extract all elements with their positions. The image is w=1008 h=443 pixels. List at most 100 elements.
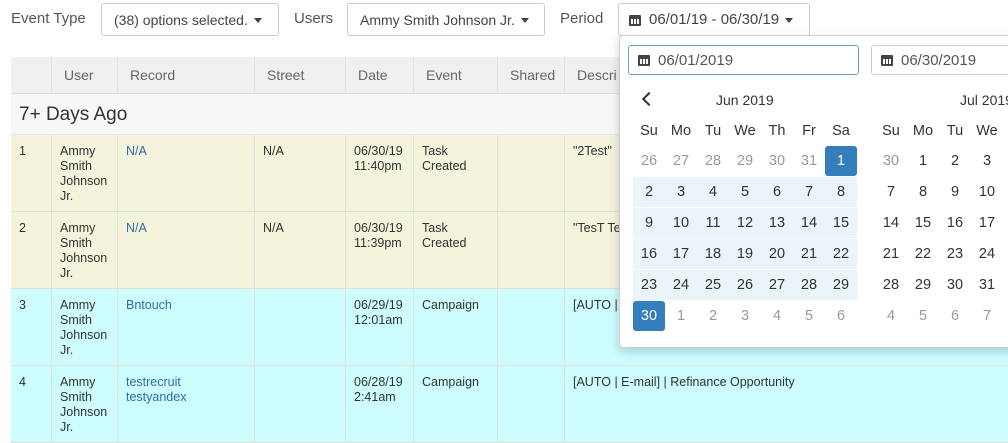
start-date-input[interactable]: 06/01/2019 bbox=[628, 45, 859, 75]
calendar-day[interactable]: 12 bbox=[729, 208, 761, 238]
column-header-event[interactable]: Event bbox=[413, 57, 497, 94]
calendar-day[interactable]: 31 bbox=[971, 270, 1003, 300]
calendar-day[interactable]: 3 bbox=[665, 177, 697, 207]
column-header-street[interactable]: Street bbox=[254, 57, 345, 94]
record-link[interactable]: Bntouch bbox=[126, 298, 172, 312]
calendar-day[interactable]: 6 bbox=[825, 301, 857, 331]
calendar-day[interactable]: 1 bbox=[825, 146, 857, 176]
calendar-day[interactable]: 20 bbox=[761, 239, 793, 269]
end-date-input[interactable]: 06/30/2019 bbox=[871, 45, 1008, 75]
calendar-day[interactable]: 24 bbox=[665, 270, 697, 300]
calendar-day[interactable]: 2 bbox=[697, 301, 729, 331]
calendar-day[interactable]: 1 bbox=[907, 146, 939, 176]
record-link[interactable]: testyandex bbox=[126, 390, 254, 405]
calendar-day[interactable]: 9 bbox=[939, 177, 971, 207]
calendar-day[interactable]: 2 bbox=[633, 177, 665, 207]
calendar-day[interactable]: 29 bbox=[825, 270, 857, 300]
calendar-day[interactable]: 22 bbox=[825, 239, 857, 269]
calendar-day[interactable]: 9 bbox=[633, 208, 665, 238]
calendar-day[interactable]: 10 bbox=[665, 208, 697, 238]
calendar-day[interactable]: 17 bbox=[665, 239, 697, 269]
table-row[interactable]: 4 Ammy Smith Johnson Jr. testrecruit tes… bbox=[11, 366, 1008, 443]
date-range-picker: 06/01/2019 06/30/2019 Jun 2019 Jul 2019 … bbox=[619, 35, 1008, 348]
calendar-day[interactable]: 7 bbox=[971, 301, 1003, 331]
calendar-day[interactable]: 7 bbox=[875, 177, 907, 207]
calendar-day[interactable]: 1 bbox=[1003, 270, 1008, 300]
calendar-day[interactable]: 5 bbox=[907, 301, 939, 331]
calendar-day[interactable]: 30 bbox=[875, 146, 907, 176]
calendar-day[interactable]: 18 bbox=[1003, 208, 1008, 238]
record-link[interactable]: N/A bbox=[126, 144, 147, 158]
calendar-day[interactable]: 3 bbox=[971, 146, 1003, 176]
calendar-day[interactable]: 29 bbox=[907, 270, 939, 300]
calendar-day[interactable]: 5 bbox=[729, 177, 761, 207]
calendar-day[interactable]: 1 bbox=[665, 301, 697, 331]
weekday-header: Mo bbox=[912, 123, 934, 139]
calendar-day[interactable]: 16 bbox=[633, 239, 665, 269]
column-header-date[interactable]: Date bbox=[345, 57, 413, 94]
calendar-day[interactable]: 27 bbox=[761, 270, 793, 300]
calendar-day[interactable]: 14 bbox=[793, 208, 825, 238]
calendar-day[interactable]: 2 bbox=[939, 146, 971, 176]
record-link[interactable]: testrecruit bbox=[126, 375, 254, 390]
weekday-header: Th bbox=[1003, 116, 1008, 146]
calendar-day[interactable]: 28 bbox=[793, 270, 825, 300]
calendar-day[interactable]: 26 bbox=[633, 146, 665, 176]
street-cell: N/A bbox=[254, 212, 345, 289]
calendar-day[interactable]: 30 bbox=[633, 301, 665, 331]
calendar-day[interactable]: 28 bbox=[697, 146, 729, 176]
event-type-dropdown[interactable]: (38) options selected. bbox=[101, 3, 279, 36]
calendar-day[interactable]: 3 bbox=[729, 301, 761, 331]
user-name-line: Ammy bbox=[60, 144, 96, 158]
calendar-day[interactable]: 24 bbox=[971, 239, 1003, 269]
user-name-line: Smith bbox=[60, 236, 92, 250]
calendar-day[interactable]: 23 bbox=[939, 239, 971, 269]
calendar-day[interactable]: 17 bbox=[971, 208, 1003, 238]
calendar-day[interactable]: 30 bbox=[761, 146, 793, 176]
calendar-day[interactable]: 25 bbox=[1003, 239, 1008, 269]
calendar-day[interactable]: 10 bbox=[971, 177, 1003, 207]
calendar-day[interactable]: 5 bbox=[793, 301, 825, 331]
time-line: 11:40pm bbox=[354, 159, 402, 173]
calendar-day[interactable]: 18 bbox=[697, 239, 729, 269]
calendar-day[interactable]: 8 bbox=[825, 177, 857, 207]
calendar-day[interactable]: 19 bbox=[729, 239, 761, 269]
calendar-day[interactable]: 8 bbox=[1003, 301, 1008, 331]
calendar-day[interactable]: 22 bbox=[907, 239, 939, 269]
calendar-day[interactable]: 27 bbox=[665, 146, 697, 176]
calendar-day[interactable]: 28 bbox=[875, 270, 907, 300]
event-line: Task bbox=[422, 221, 448, 235]
shared-cell bbox=[497, 212, 564, 289]
calendar-day[interactable]: 15 bbox=[825, 208, 857, 238]
column-header-record[interactable]: Record bbox=[117, 57, 254, 94]
record-cell: Bntouch bbox=[117, 289, 254, 366]
prev-month-icon[interactable] bbox=[641, 91, 657, 107]
calendar-day[interactable]: 16 bbox=[939, 208, 971, 238]
calendar-day[interactable]: 7 bbox=[793, 177, 825, 207]
period-dropdown[interactable]: 06/01/19 - 06/30/19 bbox=[618, 3, 810, 36]
calendar-day[interactable]: 6 bbox=[939, 301, 971, 331]
calendar-day[interactable]: 26 bbox=[729, 270, 761, 300]
calendar-day[interactable]: 15 bbox=[907, 208, 939, 238]
calendar-day[interactable]: 6 bbox=[761, 177, 793, 207]
calendar-day[interactable]: 21 bbox=[793, 239, 825, 269]
calendar-day[interactable]: 29 bbox=[729, 146, 761, 176]
calendar-day[interactable]: 21 bbox=[875, 239, 907, 269]
column-header-user[interactable]: User bbox=[51, 57, 117, 94]
calendar-day[interactable]: 14 bbox=[875, 208, 907, 238]
calendar-day[interactable]: 4 bbox=[875, 301, 907, 331]
calendar-day[interactable]: 8 bbox=[907, 177, 939, 207]
record-link[interactable]: N/A bbox=[126, 221, 147, 235]
calendar-day[interactable]: 31 bbox=[793, 146, 825, 176]
calendar-day[interactable]: 25 bbox=[697, 270, 729, 300]
calendar-day[interactable]: 23 bbox=[633, 270, 665, 300]
calendar-day[interactable]: 4 bbox=[1003, 146, 1008, 176]
column-header-shared[interactable]: Shared bbox=[497, 57, 564, 94]
calendar-day[interactable]: 13 bbox=[761, 208, 793, 238]
calendar-day[interactable]: 11 bbox=[697, 208, 729, 238]
calendar-day[interactable]: 4 bbox=[761, 301, 793, 331]
calendar-day[interactable]: 11 bbox=[1003, 177, 1008, 207]
calendar-day[interactable]: 30 bbox=[939, 270, 971, 300]
calendar-day[interactable]: 4 bbox=[697, 177, 729, 207]
users-dropdown[interactable]: Ammy Smith Johnson Jr. bbox=[347, 3, 545, 36]
